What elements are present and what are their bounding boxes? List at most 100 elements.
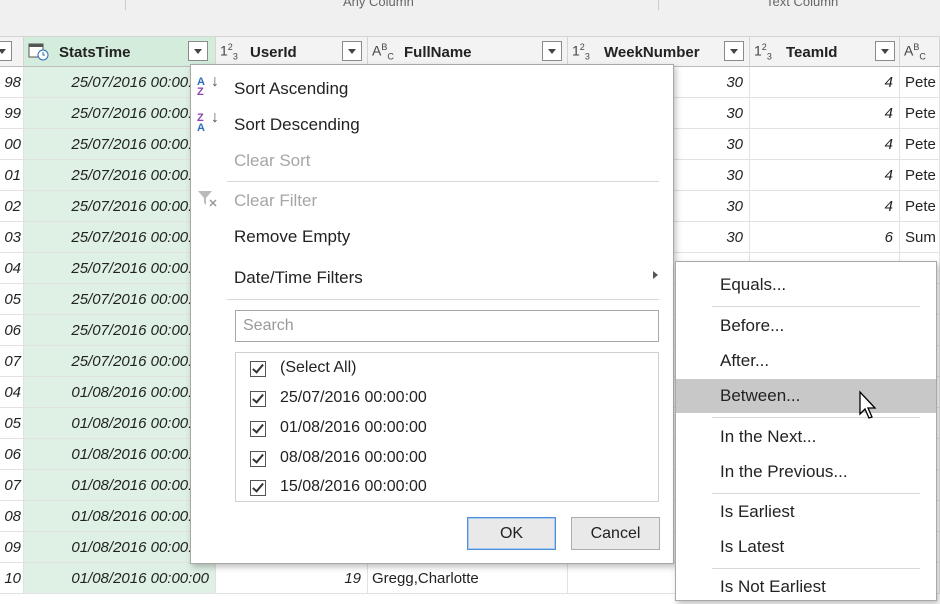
number-type-icon[interactable]: 123: [754, 42, 772, 61]
table-cell-stats-time[interactable]: 01/08/2016 00:00:00: [24, 377, 216, 408]
table-cell-t[interactable]: Pete: [900, 191, 940, 222]
table-cell-stats-time[interactable]: 25/07/2016 00:00:00: [24, 284, 216, 315]
checkbox[interactable]: [250, 361, 266, 377]
table-cell-stats-time[interactable]: 01/08/2016 00:00:00: [24, 408, 216, 439]
table-cell-t[interactable]: Pete: [900, 98, 940, 129]
ok-button[interactable]: OK: [467, 517, 556, 550]
submenu-item-between[interactable]: Between...: [676, 379, 936, 413]
table-cell-idx[interactable]: 04: [0, 377, 24, 408]
table-cell-full-name[interactable]: Gregg,Charlotte: [368, 563, 568, 594]
table-cell-stats-time[interactable]: 25/07/2016 00:00:00: [24, 98, 216, 129]
table-cell-team[interactable]: 4: [750, 160, 900, 191]
table-cell-stats-time[interactable]: 25/07/2016 00:00:00: [24, 253, 216, 284]
table-cell-idx[interactable]: 08: [0, 501, 24, 532]
ribbon-separator: [658, 0, 659, 10]
datetime-filters-submenu: Equals... Before... After... Between... …: [675, 261, 937, 601]
column-name: TeamId: [786, 44, 838, 61]
filter-dropdown-button[interactable]: [188, 41, 208, 61]
datetime-type-icon[interactable]: [28, 42, 50, 65]
table-cell-stats-time[interactable]: 25/07/2016 00:00:00: [24, 222, 216, 253]
checkbox[interactable]: [250, 480, 266, 496]
table-cell-stats-time[interactable]: 25/07/2016 00:00:00: [24, 67, 216, 98]
number-type-icon[interactable]: 123: [220, 42, 238, 61]
text-type-icon[interactable]: ABC: [904, 42, 926, 61]
checkbox[interactable]: [250, 451, 266, 467]
table-cell-idx[interactable]: 07: [0, 470, 24, 501]
table-cell-stats-time[interactable]: 25/07/2016 00:00:00: [24, 129, 216, 160]
menu-separator: [712, 306, 920, 307]
table-cell-idx[interactable]: 09: [0, 532, 24, 563]
text-type-icon[interactable]: ABC: [372, 42, 394, 61]
submenu-item-is-latest[interactable]: Is Latest: [676, 530, 936, 564]
table-cell-idx[interactable]: 07: [0, 346, 24, 377]
column-name: WeekNumber: [604, 44, 700, 61]
column-header-text[interactable]: ABC: [900, 37, 940, 67]
submenu-item-equals[interactable]: Equals...: [676, 268, 936, 302]
cancel-button[interactable]: Cancel: [571, 517, 660, 550]
table-cell-idx[interactable]: 10: [0, 563, 24, 594]
ribbon-group-text-column: Text Column: [766, 0, 839, 9]
search-input[interactable]: [236, 311, 658, 341]
table-cell-stats-time[interactable]: 01/08/2016 00:00:00: [24, 439, 216, 470]
filter-dropdown-button[interactable]: [542, 41, 562, 61]
remove-empty-item[interactable]: Remove Empty: [234, 227, 350, 247]
filter-value-list: (Select All) 25/07/2016 00:00:00 01/08/2…: [235, 352, 659, 502]
column-header-userid[interactable]: 123 UserId: [216, 37, 368, 67]
table-cell-idx[interactable]: 00: [0, 129, 24, 160]
table-cell-t[interactable]: Pete: [900, 67, 940, 98]
mouse-cursor-icon: [859, 390, 877, 419]
submenu-item-is-not-earliest[interactable]: Is Not Earliest: [676, 570, 936, 604]
table-cell-stats-time[interactable]: 01/08/2016 00:00:00: [24, 501, 216, 532]
table-cell-team[interactable]: 4: [750, 191, 900, 222]
table-cell-team[interactable]: 4: [750, 129, 900, 160]
table-cell-stats-time[interactable]: 01/08/2016 00:00:00: [24, 532, 216, 563]
table-cell-stats-time[interactable]: 25/07/2016 00:00:00: [24, 346, 216, 377]
table-cell-idx[interactable]: 04: [0, 253, 24, 284]
clear-sort-item[interactable]: Clear Sort: [234, 151, 311, 171]
column-header-fullname[interactable]: ABC FullName: [368, 37, 568, 67]
sort-descending-item[interactable]: Sort Descending: [234, 115, 360, 135]
table-cell-idx[interactable]: 01: [0, 160, 24, 191]
submenu-item-in-the-next[interactable]: In the Next...: [676, 420, 936, 454]
column-header-statstime[interactable]: StatsTime: [24, 37, 216, 67]
checkbox[interactable]: [250, 391, 266, 407]
submenu-item-before[interactable]: Before...: [676, 309, 936, 343]
table-cell-idx[interactable]: 03: [0, 222, 24, 253]
table-cell-idx[interactable]: 06: [0, 315, 24, 346]
clear-filter-item[interactable]: Clear Filter: [234, 191, 317, 211]
filter-dropdown-button[interactable]: [0, 41, 12, 61]
column-filter-menu: AZ ↓ Sort Ascending ZA ↓ Sort Descending…: [190, 64, 674, 564]
table-cell-t[interactable]: Pete: [900, 160, 940, 191]
column-header-teamid[interactable]: 123 TeamId: [750, 37, 900, 67]
submenu-item-after[interactable]: After...: [676, 344, 936, 378]
table-cell-stats-time[interactable]: 25/07/2016 00:00:00: [24, 160, 216, 191]
table-cell-idx[interactable]: 06: [0, 439, 24, 470]
table-cell-t[interactable]: Pete: [900, 129, 940, 160]
submenu-item-is-earliest[interactable]: Is Earliest: [676, 495, 936, 529]
table-cell-stats-time[interactable]: 01/08/2016 00:00:00: [24, 563, 216, 594]
table-cell-idx[interactable]: 05: [0, 408, 24, 439]
filter-dropdown-button[interactable]: [342, 41, 362, 61]
submenu-item-in-the-previous[interactable]: In the Previous...: [676, 455, 936, 489]
table-cell-stats-time[interactable]: 25/07/2016 00:00:00: [24, 191, 216, 222]
table-cell-t[interactable]: Sum: [900, 222, 940, 253]
search-box[interactable]: [235, 310, 659, 342]
table-cell-team[interactable]: 6: [750, 222, 900, 253]
table-cell-idx[interactable]: 02: [0, 191, 24, 222]
table-cell-idx[interactable]: 05: [0, 284, 24, 315]
table-cell-stats-time[interactable]: 01/08/2016 00:00:00: [24, 470, 216, 501]
number-type-icon[interactable]: 123: [572, 42, 590, 61]
column-header-weeknumber[interactable]: 123 WeekNumber: [568, 37, 750, 67]
table-cell-team[interactable]: 4: [750, 98, 900, 129]
filter-dropdown-button[interactable]: [724, 41, 744, 61]
table-cell-idx[interactable]: 99: [0, 98, 24, 129]
table-cell-team[interactable]: 4: [750, 67, 900, 98]
filter-dropdown-button[interactable]: [875, 41, 895, 61]
table-cell-user-id[interactable]: 19: [216, 563, 368, 594]
checkbox[interactable]: [250, 421, 266, 437]
column-name: UserId: [250, 44, 297, 61]
table-cell-stats-time[interactable]: 25/07/2016 00:00:00: [24, 315, 216, 346]
sort-ascending-item[interactable]: Sort Ascending: [234, 79, 348, 99]
datetime-filters-item[interactable]: Date/Time Filters: [234, 268, 363, 288]
table-cell-idx[interactable]: 98: [0, 67, 24, 98]
